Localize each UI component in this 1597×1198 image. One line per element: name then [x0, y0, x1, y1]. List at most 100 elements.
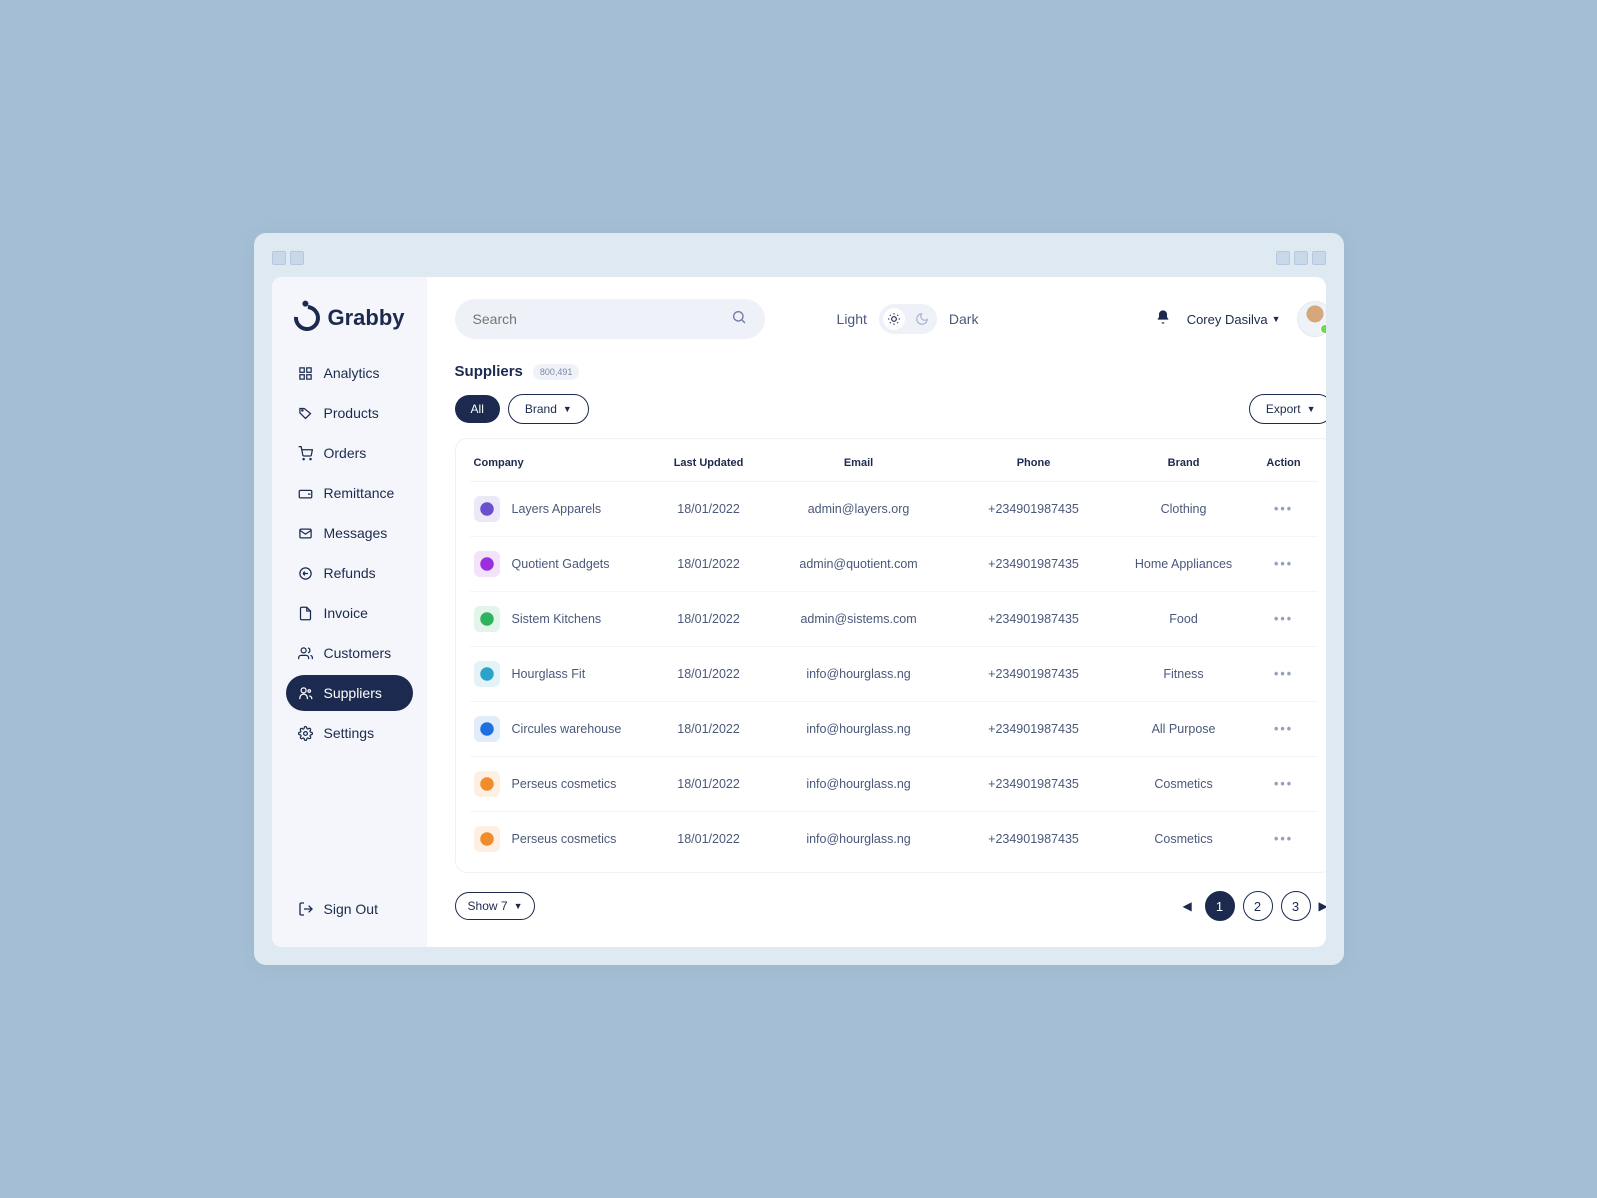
cell-company: Perseus cosmetics [474, 771, 654, 797]
sidebar-item-label: Remittance [324, 485, 395, 501]
user-name: Corey Dasilva [1187, 312, 1268, 327]
table-row: Sistem Kitchens 18/01/2022 admin@sistems… [470, 592, 1318, 647]
row-actions-button[interactable]: ••• [1254, 612, 1314, 626]
sidebar-item-label: Refunds [324, 565, 376, 581]
theme-toggle[interactable] [879, 304, 937, 334]
cell-brand: Fitness [1114, 667, 1254, 681]
page-number[interactable]: 3 [1281, 891, 1311, 921]
table-row: Hourglass Fit 18/01/2022 info@hourglass.… [470, 647, 1318, 702]
filter-all[interactable]: All [455, 395, 500, 423]
sidebar-item-label: Orders [324, 445, 367, 461]
sign-out-button[interactable]: Sign Out [286, 891, 413, 927]
sidebar-item-products[interactable]: Products [286, 395, 413, 431]
brand-logo-icon [474, 551, 500, 577]
page-prev[interactable]: ◀ [1183, 899, 1197, 913]
table-row: Circules warehouse 18/01/2022 info@hourg… [470, 702, 1318, 757]
sidebar-item-label: Settings [324, 725, 375, 741]
cell-updated: 18/01/2022 [654, 612, 764, 626]
cell-brand: Cosmetics [1114, 777, 1254, 791]
row-actions-button[interactable]: ••• [1254, 557, 1314, 571]
search-input[interactable] [473, 311, 731, 327]
cell-email: info@hourglass.ng [764, 667, 954, 681]
mail-icon [298, 525, 314, 541]
cell-phone: +234901987435 [954, 502, 1114, 516]
table-footer: Show 7 ▼ ◀ 123 ▶ [455, 891, 1326, 921]
refund-icon [298, 565, 314, 581]
table-row: Layers Apparels 18/01/2022 admin@layers.… [470, 482, 1318, 537]
row-actions-button[interactable]: ••• [1254, 502, 1314, 516]
bell-icon[interactable] [1155, 309, 1171, 330]
cell-company: Hourglass Fit [474, 661, 654, 687]
cell-brand: Food [1114, 612, 1254, 626]
sidebar-item-invoice[interactable]: Invoice [286, 595, 413, 631]
sidebar-item-label: Suppliers [324, 685, 382, 701]
page-number[interactable]: 2 [1243, 891, 1273, 921]
page-number[interactable]: 1 [1205, 891, 1235, 921]
user-menu[interactable]: Corey Dasilva ▼ [1187, 312, 1281, 327]
app-name: Grabby [328, 305, 405, 331]
cell-phone: +234901987435 [954, 557, 1114, 571]
cell-company: Sistem Kitchens [474, 606, 654, 632]
column-header: Phone [954, 457, 1114, 469]
column-header: Email [764, 457, 954, 469]
table-row: Perseus cosmetics 18/01/2022 info@hourgl… [470, 812, 1318, 866]
pagination: ◀ 123 ▶ [1183, 891, 1326, 921]
sidebar: Grabby Analytics Products Orders Remittance… [272, 277, 427, 947]
page-next[interactable]: ▶ [1319, 899, 1326, 913]
chrome-control[interactable] [272, 251, 286, 265]
moon-icon[interactable] [911, 308, 933, 330]
sidebar-item-refunds[interactable]: Refunds [286, 555, 413, 591]
cell-brand: Clothing [1114, 502, 1254, 516]
chrome-control[interactable] [1294, 251, 1308, 265]
row-actions-button[interactable]: ••• [1254, 667, 1314, 681]
sidebar-item-suppliers[interactable]: Suppliers [286, 675, 413, 711]
sidebar-item-label: Messages [324, 525, 388, 541]
cell-email: admin@layers.org [764, 502, 954, 516]
row-actions-button[interactable]: ••• [1254, 832, 1314, 846]
sidebar-item-remittance[interactable]: Remittance [286, 475, 413, 511]
filter-all-label: All [471, 402, 484, 416]
cell-company: Quotient Gadgets [474, 551, 654, 577]
rows-per-page-label: Show 7 [468, 899, 508, 913]
suppliers-icon [298, 685, 314, 701]
cell-brand: Cosmetics [1114, 832, 1254, 846]
cell-updated: 18/01/2022 [654, 667, 764, 681]
avatar[interactable] [1297, 301, 1326, 337]
row-actions-button[interactable]: ••• [1254, 777, 1314, 791]
sidebar-item-messages[interactable]: Messages [286, 515, 413, 551]
page-title: Suppliers [455, 363, 523, 380]
main-content: Light Dark [427, 277, 1326, 947]
cell-company: Perseus cosmetics [474, 826, 654, 852]
sun-icon[interactable] [883, 308, 905, 330]
rows-per-page[interactable]: Show 7 ▼ [455, 892, 536, 920]
sidebar-item-settings[interactable]: Settings [286, 715, 413, 751]
export-button[interactable]: Export ▼ [1249, 394, 1326, 424]
logo-mark-icon [288, 300, 325, 337]
sidebar-item-analytics[interactable]: Analytics [286, 355, 413, 391]
cell-phone: +234901987435 [954, 722, 1114, 736]
sidebar-item-orders[interactable]: Orders [286, 435, 413, 471]
gear-icon [298, 725, 314, 741]
column-header: Action [1254, 457, 1314, 469]
cart-icon [298, 445, 314, 461]
cell-company: Circules warehouse [474, 716, 654, 742]
company-name: Quotient Gadgets [512, 557, 610, 571]
chevron-down-icon: ▼ [1272, 314, 1281, 324]
cell-phone: +234901987435 [954, 612, 1114, 626]
sidebar-item-customers[interactable]: Customers [286, 635, 413, 671]
column-header: Last Updated [654, 457, 764, 469]
row-actions-button[interactable]: ••• [1254, 722, 1314, 736]
chrome-control[interactable] [1312, 251, 1326, 265]
search-box[interactable] [455, 299, 765, 339]
filter-brand[interactable]: Brand ▼ [508, 394, 589, 424]
sidebar-item-label: Products [324, 405, 379, 421]
table-header: CompanyLast UpdatedEmailPhoneBrandAction [470, 445, 1318, 482]
chrome-control[interactable] [290, 251, 304, 265]
cell-updated: 18/01/2022 [654, 557, 764, 571]
company-name: Sistem Kitchens [512, 612, 602, 626]
cell-phone: +234901987435 [954, 777, 1114, 791]
brand-logo-icon [474, 496, 500, 522]
cell-company: Layers Apparels [474, 496, 654, 522]
filter-brand-label: Brand [525, 402, 557, 416]
chrome-control[interactable] [1276, 251, 1290, 265]
